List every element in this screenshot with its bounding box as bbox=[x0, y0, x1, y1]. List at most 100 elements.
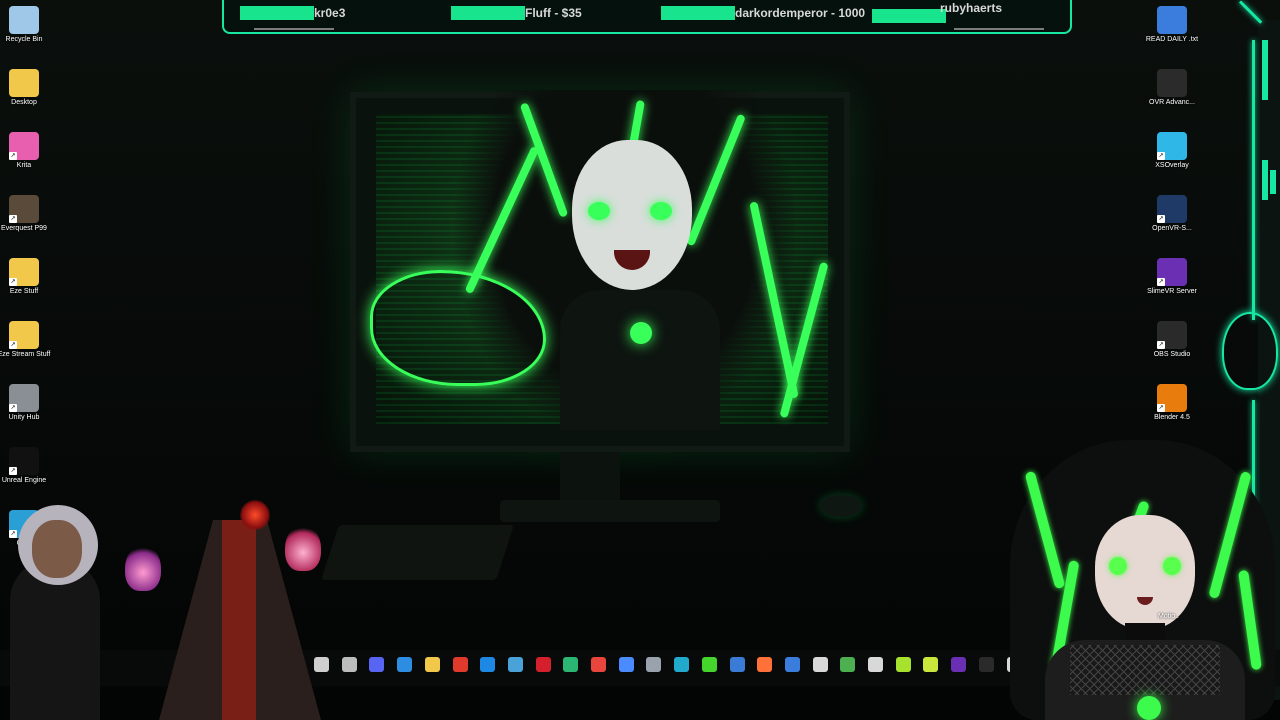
wallpaper-character-gem bbox=[630, 322, 652, 344]
tool-icon[interactable] bbox=[646, 657, 662, 672]
shortcut-arrow-icon: ↗ bbox=[1157, 215, 1165, 223]
right-frame-dash bbox=[1262, 160, 1268, 200]
edge-icon[interactable] bbox=[563, 657, 579, 672]
vtuber-mesh-top bbox=[1070, 645, 1220, 695]
vtuber-eye bbox=[1163, 557, 1181, 575]
cq-icon[interactable] bbox=[674, 657, 690, 672]
desktop-icon-left-3[interactable]: ↗ Everquest P99 bbox=[0, 195, 52, 233]
razer-icon[interactable] bbox=[701, 657, 717, 672]
wallpaper-keyboard bbox=[321, 525, 514, 580]
everquest-icon: ↗ bbox=[9, 195, 39, 223]
file-explorer-icon[interactable] bbox=[424, 657, 440, 672]
mail-icon[interactable] bbox=[397, 657, 413, 672]
vtuber-mouth bbox=[1137, 597, 1153, 605]
task-view-icon[interactable] bbox=[341, 657, 357, 672]
slimevr-icon: ↗ bbox=[1157, 258, 1187, 286]
desktop-icon-right-5[interactable]: ↗ OBS Studio bbox=[1144, 321, 1200, 359]
shortcut-arrow-icon: ↗ bbox=[9, 467, 17, 475]
right-frame-line bbox=[1252, 40, 1255, 320]
pin-icon[interactable] bbox=[895, 657, 911, 672]
top-bar-divider bbox=[954, 28, 1044, 30]
wallpaper-monitor-base bbox=[500, 500, 720, 522]
top-bar-divider bbox=[254, 28, 334, 30]
desktop-icon-left-1[interactable]: Desktop bbox=[0, 69, 52, 107]
notepad-icon[interactable] bbox=[784, 657, 800, 672]
bird-icon[interactable] bbox=[923, 657, 939, 672]
wallpaper-mouse bbox=[820, 495, 862, 517]
desktop-icon-left-5[interactable]: ↗ Eze Stream Stuff bbox=[0, 321, 52, 359]
top-bar-entry-2: Fluff - $35 bbox=[451, 6, 582, 20]
partial-icon-label[interactable]: Motio.. bbox=[1158, 613, 1179, 620]
folder-icon: ↗ bbox=[9, 321, 39, 349]
ovr-advanced-icon bbox=[1157, 69, 1187, 97]
powershell-icon[interactable] bbox=[729, 657, 745, 672]
app-blue-icon[interactable] bbox=[480, 657, 496, 672]
shortcut-arrow-icon: ↗ bbox=[1157, 341, 1165, 349]
desktop-icon-label: XSOverlay bbox=[1155, 162, 1189, 169]
droplet-icon[interactable] bbox=[618, 657, 634, 672]
desktop-icon-right-3[interactable]: ↗ OpenVR-S... bbox=[1144, 195, 1200, 233]
wallpaper-character-eye bbox=[650, 202, 672, 220]
desktop-icon-right-2[interactable]: ↗ XSOverlay bbox=[1144, 132, 1200, 170]
blender-icon: ↗ bbox=[1157, 384, 1187, 412]
vtuber-face bbox=[1095, 515, 1195, 630]
desktop-icon-right-1[interactable]: OVR Advanc... bbox=[1144, 69, 1200, 107]
desktop-icon-label: OVR Advanc... bbox=[1149, 99, 1195, 106]
obs-icon: ↗ bbox=[1157, 321, 1187, 349]
krita-icon: ↗ bbox=[9, 132, 39, 160]
purple-flame-icon bbox=[125, 545, 161, 591]
desktop-icon-label: Eze Stream Stuff bbox=[0, 351, 51, 358]
desktop-icon-label: Unreal Engine bbox=[1, 477, 47, 484]
openvr-icon: ↗ bbox=[1157, 195, 1187, 223]
desktop-icon-label: Eze Stuff bbox=[9, 288, 39, 295]
top-bar-entry-1: kr0e3 bbox=[240, 6, 345, 20]
text-file-icon bbox=[1157, 6, 1187, 34]
shortcut-arrow-icon: ↗ bbox=[1157, 152, 1165, 160]
shortcut-arrow-icon: ↗ bbox=[9, 152, 17, 160]
top-bar-entry-text: kr0e3 bbox=[314, 6, 346, 20]
top-bar-entry-fill bbox=[240, 6, 314, 20]
top-bar-entry-text: Fluff - $35 bbox=[525, 6, 582, 20]
start-icon[interactable] bbox=[314, 657, 329, 672]
minecraft-icon[interactable] bbox=[840, 657, 856, 672]
terminal-icon[interactable] bbox=[978, 657, 994, 672]
shortcut-arrow-icon: ↗ bbox=[1157, 404, 1165, 412]
shortcut-arrow-icon: ↗ bbox=[9, 530, 17, 538]
desktop-icon-left-4[interactable]: ↗ Eze Stuff bbox=[0, 258, 52, 296]
shortcut-arrow-icon: ↗ bbox=[9, 341, 17, 349]
desktop-icon-label: Everquest P99 bbox=[1, 225, 47, 232]
app-red-icon[interactable] bbox=[452, 657, 468, 672]
desktop-icon-left-7[interactable]: ↗ Unreal Engine bbox=[0, 447, 52, 485]
v-app-icon[interactable] bbox=[868, 657, 883, 672]
wallpaper-character-eye bbox=[588, 202, 610, 220]
desktop-icon-label: OBS Studio bbox=[1153, 351, 1191, 358]
desktop-icon-right-6[interactable]: ↗ Blender 4.5 bbox=[1144, 384, 1200, 422]
folder-icon: ↗ bbox=[9, 258, 39, 286]
desktop-icon-label: SlimeVR Server bbox=[1147, 288, 1197, 295]
unreal-icon: ↗ bbox=[9, 447, 39, 475]
desktop-icon-left-2[interactable]: ↗ Krita bbox=[0, 132, 52, 170]
desktop-icon-left-0[interactable]: Recycle Bin bbox=[0, 6, 52, 44]
desktop-icon-label: Unity Hub bbox=[8, 414, 40, 421]
desktop-icon-label: Recycle Bin bbox=[5, 36, 43, 43]
shortcut-arrow-icon: ↗ bbox=[9, 215, 17, 223]
firefox-icon[interactable] bbox=[757, 657, 773, 672]
desktop-icon-left-6[interactable]: ↗ Unity Hub bbox=[0, 384, 52, 422]
slimevr-icon[interactable] bbox=[951, 657, 967, 672]
top-bar-entry-text: darkordemperor - 1000 bbox=[735, 6, 866, 20]
top-bar-entry-fill bbox=[872, 9, 946, 23]
shortcut-arrow-icon: ↗ bbox=[9, 278, 17, 286]
opera-icon[interactable] bbox=[535, 657, 551, 672]
settings-icon[interactable] bbox=[812, 657, 828, 672]
desktop-icon-right-4[interactable]: ↗ SlimeVR Server bbox=[1144, 258, 1200, 296]
desktop-icon-label: Krita bbox=[16, 162, 32, 169]
chrome-icon[interactable] bbox=[591, 657, 606, 672]
wallpaper-character-face bbox=[572, 140, 692, 290]
shortcut-arrow-icon: ↗ bbox=[1157, 278, 1165, 286]
xsoverlay-icon: ↗ bbox=[1157, 132, 1187, 160]
top-bar-entry-4: rubyhaerts bbox=[940, 1, 1003, 15]
steam-icon[interactable] bbox=[507, 657, 523, 672]
red-flame-icon bbox=[240, 500, 270, 530]
desktop-icon-right-0[interactable]: READ DAILY .txt bbox=[1144, 6, 1200, 44]
discord-icon[interactable] bbox=[369, 657, 385, 672]
